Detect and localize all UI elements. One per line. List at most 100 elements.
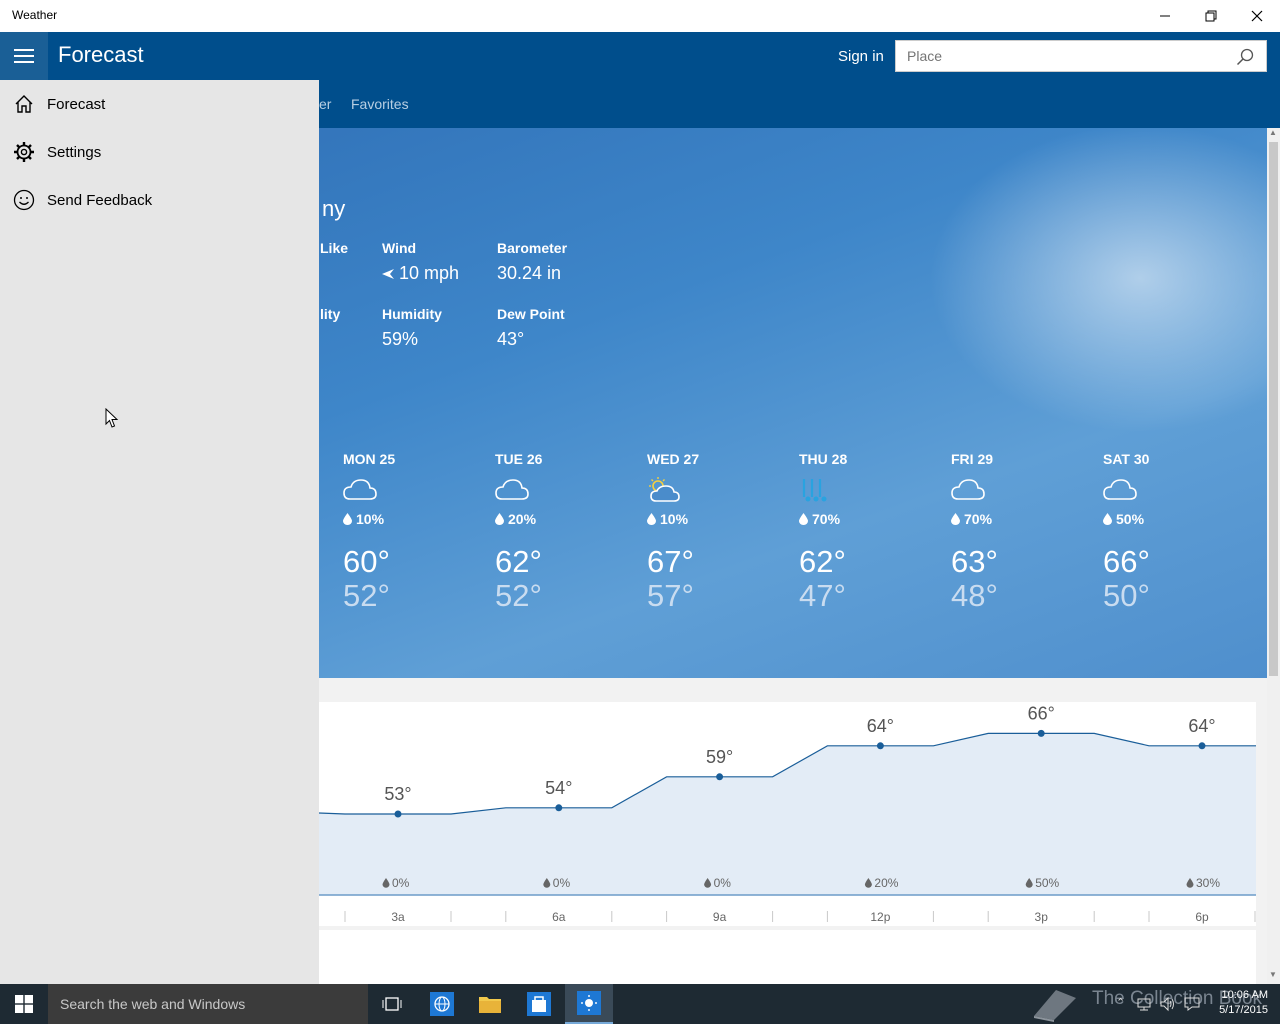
rain-icon [799,477,919,505]
cloud-icon [951,477,1071,505]
low-temp: 57° [647,578,694,613]
gear-icon [0,141,47,163]
pane-item-send-feedback[interactable]: Send Feedback [0,176,319,224]
partly-sunny-icon [647,477,767,505]
temperature-label: 59° [706,747,733,767]
close-button[interactable] [1234,0,1280,32]
pane-item-label: Settings [47,143,102,161]
day-forecast[interactable]: WED 27 10% 67° 57° [647,451,767,613]
close-icon [1251,10,1263,22]
high-temp: 62° [799,544,846,579]
temperature-point [1037,729,1045,737]
condition-text: ny [322,196,346,221]
precip-chance: 70% [951,511,1071,527]
pane-item-settings[interactable]: Settings [0,128,319,176]
pane-item-forecast[interactable]: Forecast [0,80,319,128]
restore-button[interactable] [1188,0,1234,32]
file-explorer-taskbar-button[interactable] [466,984,514,1024]
minimize-icon [1160,15,1170,17]
high-temp: 67° [647,544,694,579]
place-search-input[interactable] [896,41,1226,71]
tab-favorites[interactable]: Favorites [351,96,409,112]
precip-value: 70% [964,511,993,527]
scroll-down-arrow[interactable]: ▼ [1269,970,1277,979]
start-button[interactable] [0,984,48,1024]
window-title: Weather [12,8,58,22]
wind-label: Wind [382,240,417,256]
raindrop-icon [647,513,656,525]
temperature-point [876,742,884,750]
wind-value-text: 10 mph [399,263,460,283]
volume-icon[interactable] [1160,996,1176,1012]
pane-item-label: Send Feedback [47,191,153,209]
raindrop-icon [799,513,808,525]
precip-value: 20% [508,511,537,527]
cloud-icon [495,477,615,505]
humidity-value: 59% [382,329,419,349]
folder-icon [479,997,501,1013]
hourly-chart[interactable]: 53° 0% 3a 54° 0% 6a 59° 0% 9a 64° 20% 12p 66° 50% 3p 64… [318,702,1256,926]
scroll-up-arrow[interactable]: ▲ [1269,128,1277,137]
system-clock[interactable]: 10:06 AM 5/17/2015 [1208,988,1268,1018]
wind-value: 10 mph [382,263,459,284]
cloud-icon [343,477,463,505]
details-panel [319,930,1256,984]
wind-direction-icon [382,269,394,280]
task-view-button[interactable] [368,984,416,1024]
minimize-button[interactable] [1142,0,1188,32]
action-center-icon[interactable] [1184,996,1200,1012]
tab-partial[interactable]: er [319,96,331,112]
network-icon[interactable] [1136,996,1152,1012]
tray-overflow-icon[interactable]: ⌃ [1116,996,1125,1009]
temperature-label: 64° [1188,716,1215,736]
vertical-scrollbar[interactable]: ▲ ▼ [1267,128,1280,984]
day-name: WED 27 [647,451,700,467]
precip-chance: 10% [343,511,463,527]
precip-value: 10% [660,511,689,527]
app-header: Forecast Sign in [0,32,1280,80]
place-search[interactable] [895,40,1267,72]
windows-logo-icon [15,995,33,1013]
taskbar-search[interactable]: Search the web and Windows [48,984,368,1024]
feels-like-label: Like [320,240,349,256]
day-name: SAT 30 [1103,451,1150,467]
raindrop-icon [1103,513,1112,525]
day-name: FRI 29 [951,451,994,467]
low-temp: 52° [495,578,542,613]
high-temp: 60° [343,544,390,579]
scrollbar-thumb[interactable] [1269,142,1278,676]
day-forecast[interactable]: MON 25 10% 60° 52° [343,451,463,613]
day-forecast[interactable]: SAT 30 50% 66° 50° [1103,451,1223,613]
day-forecast[interactable]: TUE 26 20% 62° 52° [495,451,615,613]
search-icon[interactable] [1236,48,1254,66]
low-temp: 50° [1103,578,1150,613]
raindrop-icon [951,513,960,525]
day-forecast[interactable]: FRI 29 70% 63° 48° [951,451,1071,613]
day-name: THU 28 [799,451,848,467]
store-icon [527,992,551,1016]
dewpoint-value: 43° [497,329,525,349]
temperature-label: 64° [867,716,894,736]
temperature-label: 54° [545,778,572,798]
store-taskbar-button[interactable] [515,984,563,1024]
day-name: MON 25 [343,451,396,467]
hamburger-icon [14,49,34,63]
temperature-label: 66° [1028,703,1055,723]
low-temp: 47° [799,578,846,613]
precip-chance: 10% [647,511,767,527]
precip-label: 20% [874,876,898,890]
cloud-icon [1103,477,1223,505]
navigation-pane: Forecast Settings Send Feedback [0,80,319,984]
temperature-point [555,804,563,812]
precip-chance: 50% [1103,511,1223,527]
browser-taskbar-button[interactable] [418,984,466,1024]
precip-chance: 20% [495,511,615,527]
page-title: Forecast [58,42,144,67]
weather-taskbar-button[interactable] [565,984,613,1024]
hamburger-button[interactable] [0,32,48,80]
temperature-point [394,810,402,818]
day-forecast[interactable]: THU 28 70% 62° 47° [799,451,919,613]
sign-in-link[interactable]: Sign in [838,48,884,65]
time-label: 6a [552,910,566,924]
precip-label: 50% [1035,876,1059,890]
